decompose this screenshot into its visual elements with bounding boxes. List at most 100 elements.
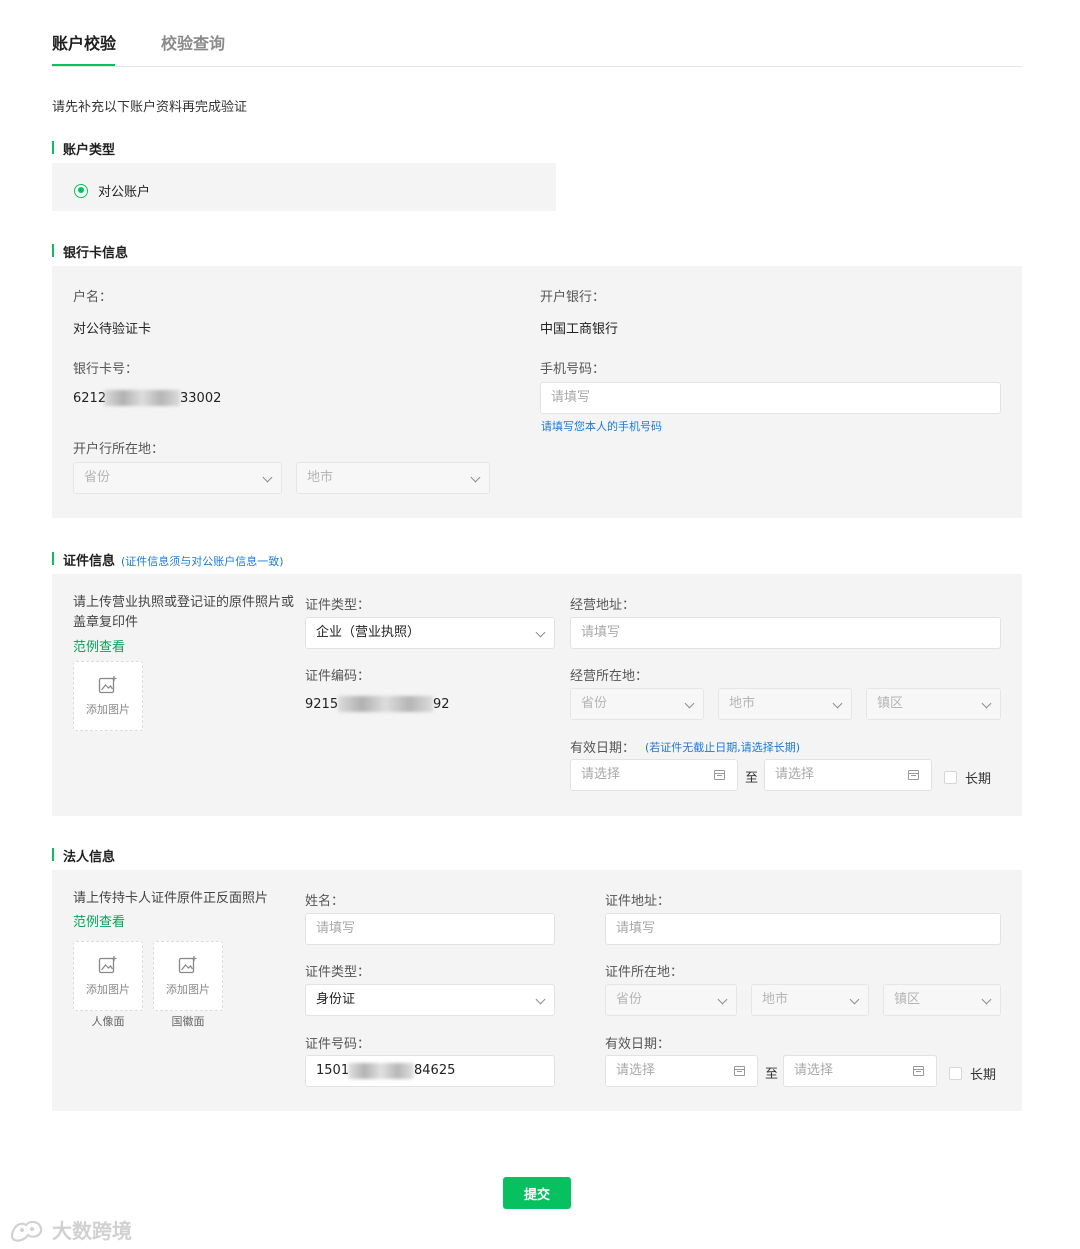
chevron-down-icon <box>470 472 481 483</box>
chevron-down-icon <box>535 994 546 1005</box>
section-title-bank: 银行卡信息 <box>52 242 128 261</box>
calendar-icon <box>734 1066 745 1076</box>
chevron-down-icon <box>535 627 546 638</box>
phone-input[interactable]: 请填写 <box>540 382 1001 414</box>
cert-upload-desc: 请上传营业执照或登记证的原件照片或盖章复印件 <box>73 595 295 630</box>
cert-title: 证件信息 <box>63 554 116 569</box>
business-district-placeholder: 镇区 <box>877 696 904 711</box>
radio-corporate-account[interactable]: 对公账户 <box>74 181 150 200</box>
legal-province-placeholder: 省份 <box>616 992 643 1007</box>
submit-button[interactable]: 提交 <box>503 1177 571 1209</box>
legal-id-type-label: 证件类型： <box>305 965 371 980</box>
bank-city-select[interactable]: 地市 <box>296 462 490 494</box>
cert-start-date[interactable]: 请选择 <box>570 759 738 791</box>
cert-long-term-checkbox[interactable]: 长期 <box>944 768 991 787</box>
legal-address-input[interactable]: 请填写 <box>605 913 1001 945</box>
legal-front-upload[interactable]: 添加图片 <box>73 941 143 1011</box>
legal-district-select[interactable]: 镇区 <box>883 984 1001 1016</box>
legal-name-label: 姓名： <box>305 894 345 909</box>
upload-text: 添加图片 <box>86 703 130 716</box>
cert-type-label: 证件类型： <box>305 598 371 613</box>
cert-type-value: 企业（营业执照） <box>316 625 421 640</box>
legal-id-number-prefix: 1501 <box>316 1063 350 1078</box>
add-image-icon <box>178 956 197 974</box>
section-title-account-type: 账户类型 <box>52 139 115 158</box>
legal-start-date[interactable]: 请选择 <box>605 1055 758 1087</box>
radio-selected-icon[interactable] <box>74 183 88 198</box>
cert-code-prefix: 9215 <box>305 697 339 712</box>
legal-location-label: 证件所在地： <box>605 965 684 980</box>
checkbox[interactable] <box>944 771 957 784</box>
calendar-icon <box>714 770 725 780</box>
watermark: 大数跨境 <box>8 1215 132 1244</box>
watermark-logo-icon <box>10 1220 43 1242</box>
legal-city-select[interactable]: 地市 <box>751 984 869 1016</box>
cert-example-link[interactable]: 范例查看 <box>73 636 125 655</box>
cert-long-term-label: 长期 <box>965 772 992 787</box>
back-caption: 国徽面 <box>171 1015 205 1028</box>
upload-text: 添加图片 <box>166 983 210 996</box>
bank-city-placeholder: 地市 <box>307 470 334 485</box>
chevron-down-icon <box>717 994 728 1005</box>
legal-back-upload[interactable]: 添加图片 <box>153 941 223 1011</box>
intro-text: 请先补充以下账户资料再完成验证 <box>52 100 248 115</box>
tab-account-verify[interactable]: 账户校验 <box>52 30 116 54</box>
cert-note: (证件信息须与对公账户信息一致) <box>121 555 284 568</box>
legal-name-input[interactable]: 请填写 <box>305 913 555 945</box>
legal-id-number-label: 证件号码： <box>305 1037 371 1052</box>
business-address-label: 经营地址： <box>570 598 636 613</box>
legal-id-number-suffix: 84625 <box>414 1063 456 1078</box>
legal-address-label: 证件地址： <box>605 894 671 909</box>
card-number-suffix: 33002 <box>180 391 222 406</box>
business-city-select[interactable]: 地市 <box>718 688 852 720</box>
cert-end-placeholder: 请选择 <box>775 767 815 782</box>
legal-end-placeholder: 请选择 <box>794 1063 834 1078</box>
business-city-placeholder: 地市 <box>729 696 756 711</box>
legal-long-term-label: 长期 <box>970 1068 997 1083</box>
phone-label: 手机号码： <box>540 362 606 377</box>
legal-upload-desc: 请上传持卡人证件原件正反面照片 <box>73 891 269 906</box>
section-title-legal: 法人信息 <box>52 846 115 865</box>
cert-validity-label: 有效日期： <box>570 741 636 756</box>
holder-value: 对公待验证卡 <box>73 322 152 337</box>
card-number-masked <box>104 390 180 406</box>
legal-start-placeholder: 请选择 <box>616 1063 656 1078</box>
cert-end-date[interactable]: 请选择 <box>764 759 932 791</box>
legal-example-link[interactable]: 范例查看 <box>73 911 125 930</box>
bank-province-select[interactable]: 省份 <box>73 462 282 494</box>
bank-label: 开户银行： <box>540 290 606 305</box>
calendar-icon <box>908 770 919 780</box>
cert-upload-button[interactable]: 添加图片 <box>73 661 143 731</box>
checkbox[interactable] <box>949 1067 962 1080</box>
business-province-select[interactable]: 省份 <box>570 688 704 720</box>
front-caption: 人像面 <box>91 1015 125 1028</box>
legal-id-type-select[interactable]: 身份证 <box>305 984 555 1016</box>
legal-city-placeholder: 地市 <box>762 992 789 1007</box>
legal-long-term-checkbox[interactable]: 长期 <box>949 1064 996 1083</box>
card-number-label: 银行卡号： <box>73 362 139 377</box>
cert-start-placeholder: 请选择 <box>581 767 621 782</box>
card-number-prefix: 6212 <box>73 391 107 406</box>
phone-hint: 请填写您本人的手机号码 <box>541 420 662 433</box>
cert-validity-hint: (若证件无截止日期,请选择长期) <box>645 741 801 754</box>
legal-date-separator: 至 <box>765 1067 779 1082</box>
calendar-icon <box>913 1066 924 1076</box>
tab-verify-query[interactable]: 校验查询 <box>161 30 225 54</box>
bank-location-label: 开户行所在地： <box>73 442 165 457</box>
upload-text: 添加图片 <box>86 983 130 996</box>
holder-label: 户名： <box>73 290 113 305</box>
legal-id-type-value: 身份证 <box>316 992 356 1007</box>
bank-value: 中国工商银行 <box>540 322 619 337</box>
legal-province-select[interactable]: 省份 <box>605 984 737 1016</box>
legal-district-placeholder: 镇区 <box>894 992 921 1007</box>
business-district-select[interactable]: 镇区 <box>866 688 1001 720</box>
chevron-down-icon <box>849 994 860 1005</box>
business-province-placeholder: 省份 <box>581 696 608 711</box>
legal-end-date[interactable]: 请选择 <box>783 1055 937 1087</box>
chevron-down-icon <box>684 698 695 709</box>
cert-type-select[interactable]: 企业（营业执照） <box>305 617 555 649</box>
cert-code-suffix: 92 <box>433 697 450 712</box>
section-title-cert: 证件信息 (证件信息须与对公账户信息一致) <box>52 550 284 569</box>
business-address-input[interactable]: 请填写 <box>570 617 1001 649</box>
chevron-down-icon <box>981 698 992 709</box>
